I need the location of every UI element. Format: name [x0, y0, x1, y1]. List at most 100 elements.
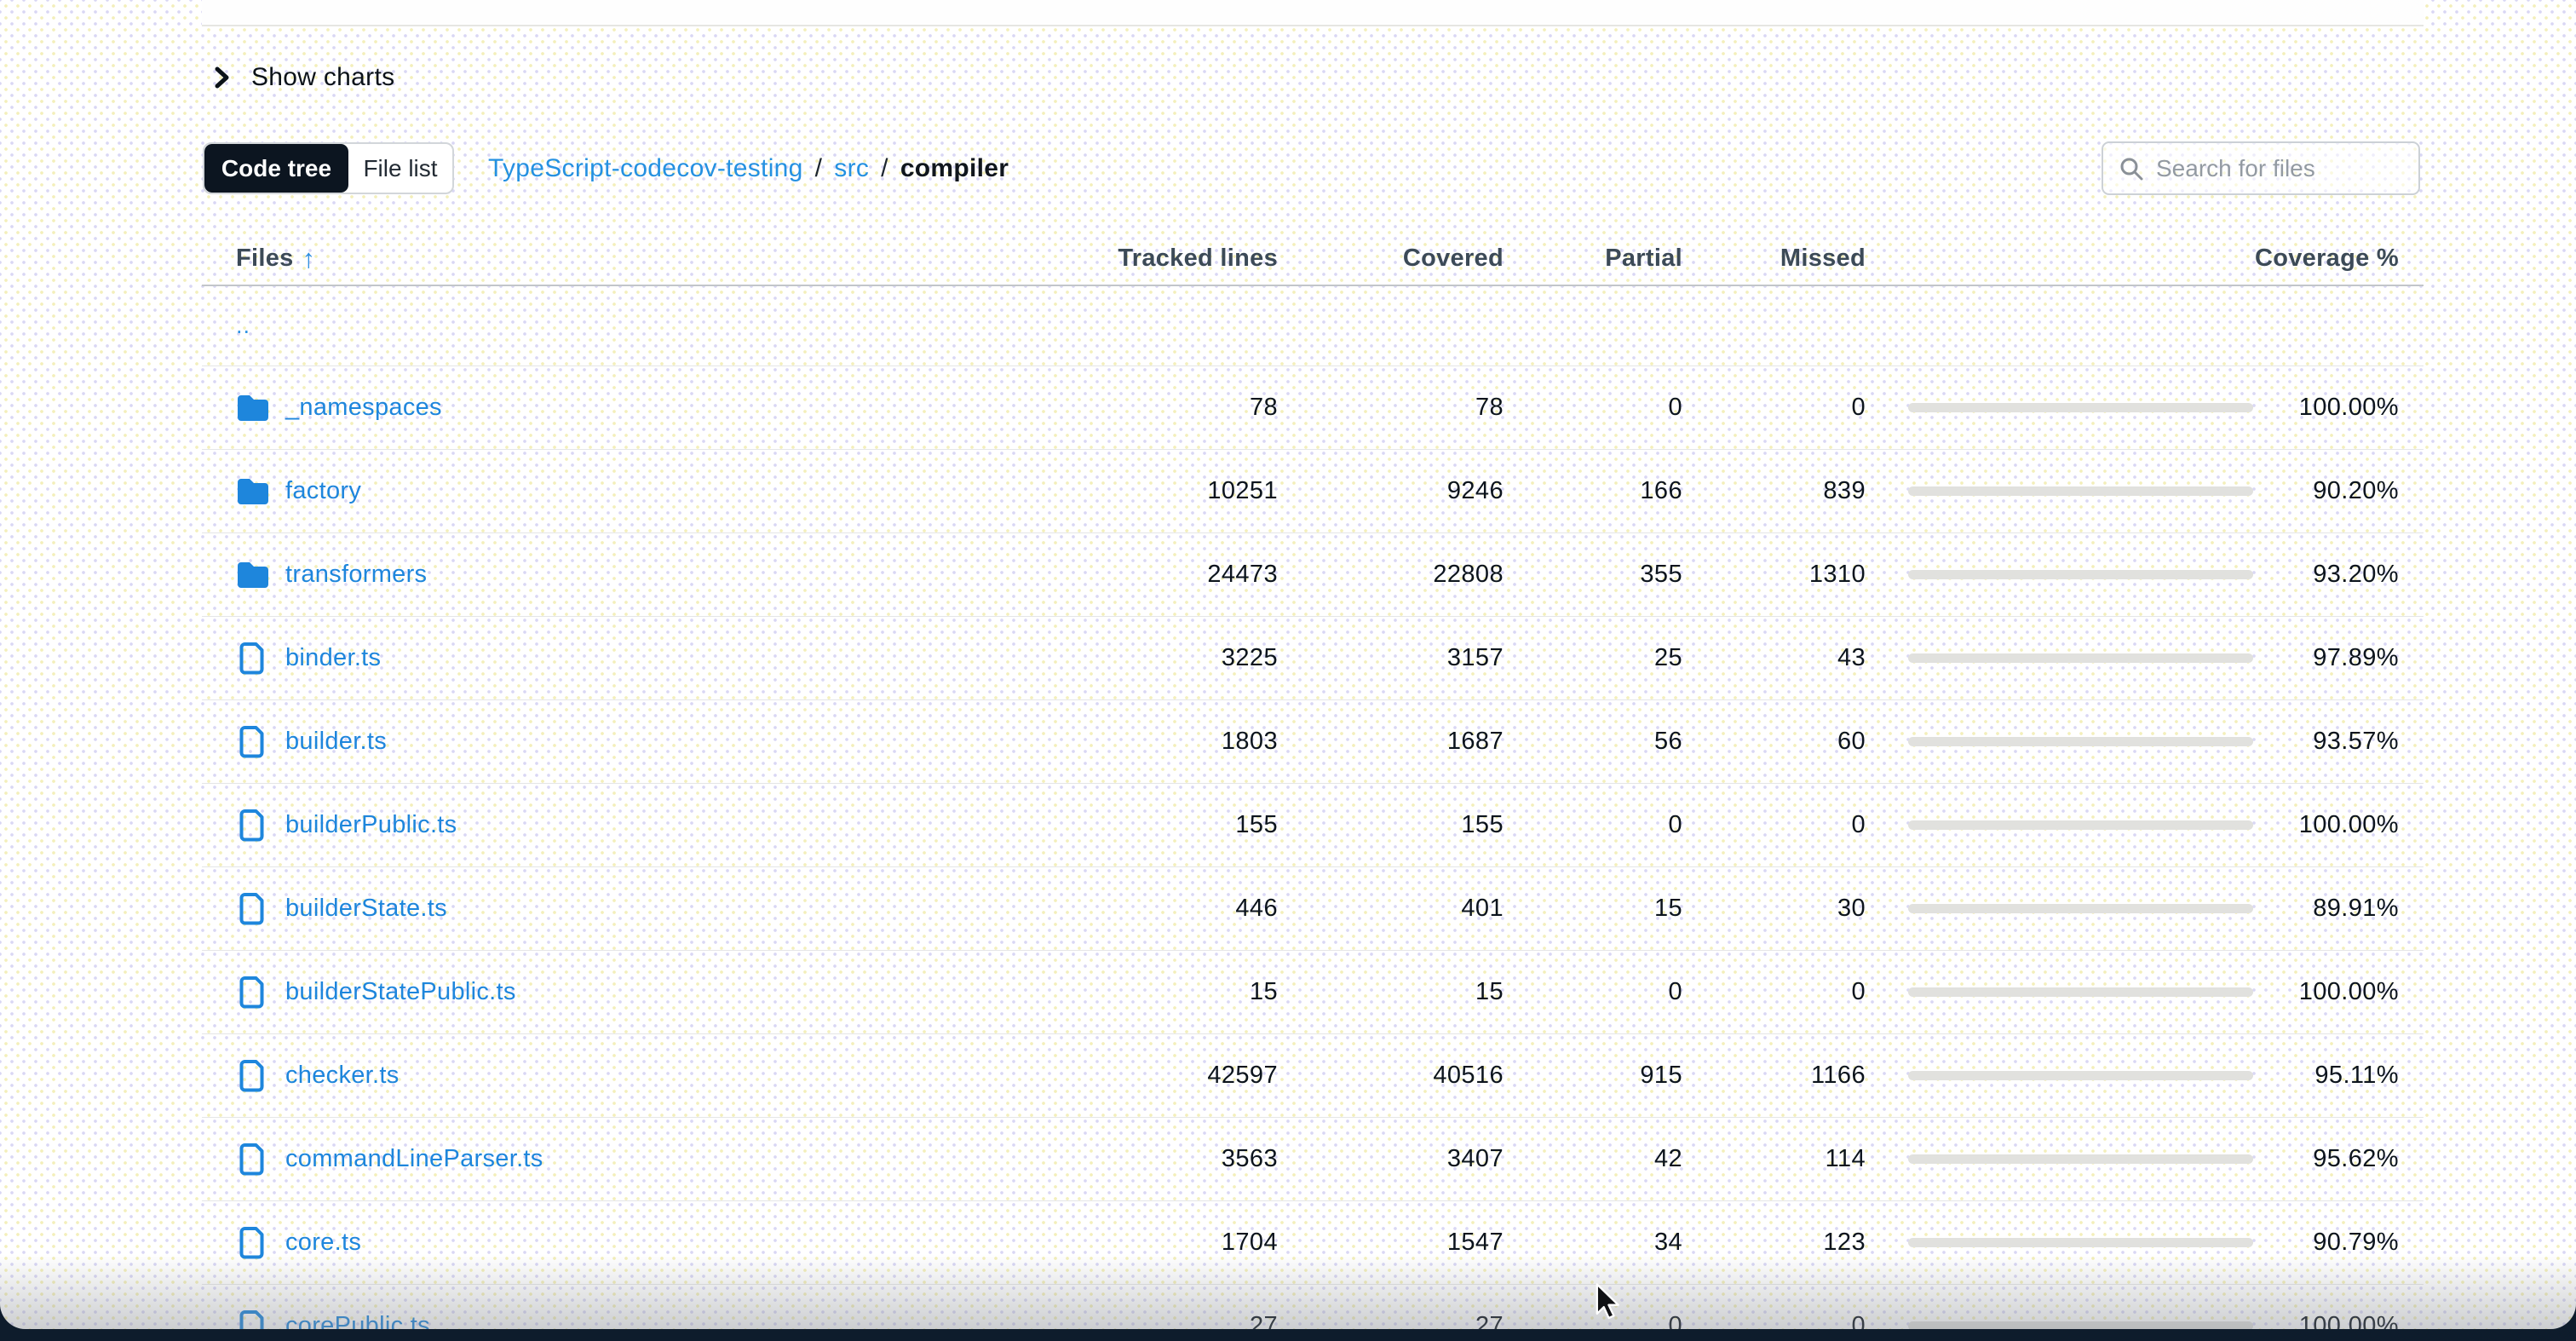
tracked-lines-value: 24473 [1073, 561, 1278, 589]
file-icon [234, 892, 272, 926]
breadcrumb-link-repo[interactable]: TypeScript-codecov-testing [488, 154, 803, 183]
top-divider [202, 25, 2424, 26]
coverage-percent: 97.89% [2253, 644, 2424, 672]
covered-value: 401 [1278, 895, 1504, 923]
coverage-percent: 93.57% [2253, 728, 2424, 756]
folder-link[interactable]: _namespaces [285, 394, 442, 422]
partial-value: 15 [1504, 895, 1682, 923]
coverage-table: Files ↑ Tracked lines Covered Partial Mi… [202, 232, 2424, 1329]
file-icon [234, 1142, 272, 1177]
partial-value: 0 [1504, 978, 1682, 1006]
sort-ascending-icon: ↑ [302, 245, 316, 272]
folder-icon [234, 393, 272, 423]
page-card: Show charts Code tree File list TypeScri… [0, 0, 2576, 1329]
show-charts-toggle[interactable]: Show charts [212, 58, 394, 97]
search-input[interactable] [2156, 155, 2403, 182]
table-row: binder.ts 3225 3157 25 43 97.89% [202, 617, 2424, 700]
partial-value: 915 [1504, 1062, 1682, 1090]
missed-column-header[interactable]: Missed [1682, 245, 1866, 273]
view-toggle-group: Code tree File list [203, 142, 454, 194]
tracked-lines-value: 15 [1073, 978, 1278, 1006]
file-icon [234, 809, 272, 843]
missed-value: 1166 [1682, 1062, 1866, 1090]
folder-link[interactable]: transformers [285, 561, 427, 589]
file-link[interactable]: corePublic.ts [285, 1312, 430, 1329]
breadcrumb-link-src[interactable]: src [834, 154, 869, 183]
missed-value: 114 [1682, 1145, 1866, 1173]
missed-value: 30 [1682, 895, 1866, 923]
coverage-bar [1908, 403, 2253, 412]
coverage-bar [1908, 1321, 2253, 1329]
coverage-percent: 95.11% [2253, 1062, 2424, 1090]
coverage-percent: 95.62% [2253, 1145, 2424, 1173]
files-column-header[interactable]: Files ↑ [202, 245, 1073, 273]
breadcrumb-separator: / [881, 154, 888, 183]
tracked-lines-column-header[interactable]: Tracked lines [1073, 245, 1278, 273]
folder-link[interactable]: factory [285, 477, 361, 505]
tracked-lines-value: 10251 [1073, 477, 1278, 505]
file-icon [234, 1309, 272, 1330]
file-icon [234, 976, 272, 1010]
table-row: transformers 24473 22808 355 1310 93.20% [202, 533, 2424, 617]
breadcrumb-separator: / [815, 154, 823, 183]
tracked-lines-value: 1803 [1073, 728, 1278, 756]
covered-value: 155 [1278, 811, 1504, 839]
file-list-tab[interactable]: File list [348, 144, 452, 193]
coverage-bar [1908, 987, 2253, 997]
missed-value: 60 [1682, 728, 1866, 756]
file-link[interactable]: binder.ts [285, 644, 381, 672]
table-row: factory 10251 9246 166 839 90.20% [202, 450, 2424, 533]
coverage-column-header[interactable]: Coverage % [1866, 245, 2424, 273]
table-body: _namespaces 78 78 0 0 100.00% factory 10… [202, 366, 2424, 1329]
tracked-lines-value: 27 [1073, 1312, 1278, 1329]
table-row: _namespaces 78 78 0 0 100.00% [202, 366, 2424, 450]
covered-column-header[interactable]: Covered [1278, 245, 1504, 273]
file-link[interactable]: builder.ts [285, 728, 387, 756]
file-icon [234, 642, 272, 676]
covered-value: 3407 [1278, 1145, 1504, 1173]
coverage-percent: 90.20% [2253, 477, 2424, 505]
table-row: core.ts 1704 1547 34 123 90.79% [202, 1201, 2424, 1285]
coverage-bar [1908, 486, 2253, 496]
covered-value: 1547 [1278, 1229, 1504, 1257]
coverage-bar [1908, 1071, 2253, 1080]
file-link[interactable]: builderPublic.ts [285, 811, 457, 839]
breadcrumb: TypeScript-codecov-testing / src / compi… [488, 142, 1009, 194]
chevron-right-icon [212, 64, 233, 91]
coverage-bar [1908, 653, 2253, 663]
file-link[interactable]: builderState.ts [285, 895, 447, 923]
missed-value: 1310 [1682, 561, 1866, 589]
up-directory-link[interactable]: .. [202, 313, 250, 339]
covered-value: 78 [1278, 394, 1504, 422]
table-row: corePublic.ts 27 27 0 0 100.00% [202, 1285, 2424, 1329]
coverage-percent: 100.00% [2253, 1312, 2424, 1329]
missed-value: 43 [1682, 644, 1866, 672]
tracked-lines-value: 78 [1073, 394, 1278, 422]
coverage-bar [1908, 570, 2253, 579]
partial-column-header[interactable]: Partial [1504, 245, 1682, 273]
table-row: checker.ts 42597 40516 915 1166 95.11% [202, 1034, 2424, 1118]
coverage-percent: 90.79% [2253, 1229, 2424, 1257]
tracked-lines-value: 1704 [1073, 1229, 1278, 1257]
partial-value: 34 [1504, 1229, 1682, 1257]
coverage-bar [1908, 737, 2253, 746]
file-link[interactable]: builderStatePublic.ts [285, 978, 516, 1006]
folder-icon [234, 476, 272, 507]
file-link[interactable]: checker.ts [285, 1062, 400, 1090]
file-link[interactable]: commandLineParser.ts [285, 1145, 543, 1173]
partial-value: 0 [1504, 394, 1682, 422]
code-tree-tab[interactable]: Code tree [204, 144, 348, 193]
partial-value: 42 [1504, 1145, 1682, 1173]
partial-value: 56 [1504, 728, 1682, 756]
missed-value: 0 [1682, 394, 1866, 422]
tracked-lines-value: 446 [1073, 895, 1278, 923]
table-row: builder.ts 1803 1687 56 60 93.57% [202, 700, 2424, 784]
file-link[interactable]: core.ts [285, 1229, 361, 1257]
covered-value: 22808 [1278, 561, 1504, 589]
coverage-bar [1908, 904, 2253, 913]
table-row: builderStatePublic.ts 15 15 0 0 100.00% [202, 951, 2424, 1034]
coverage-percent: 89.91% [2253, 895, 2424, 923]
up-directory-row: .. [202, 286, 2424, 366]
coverage-bar [1908, 1238, 2253, 1247]
coverage-bar [1908, 1154, 2253, 1164]
